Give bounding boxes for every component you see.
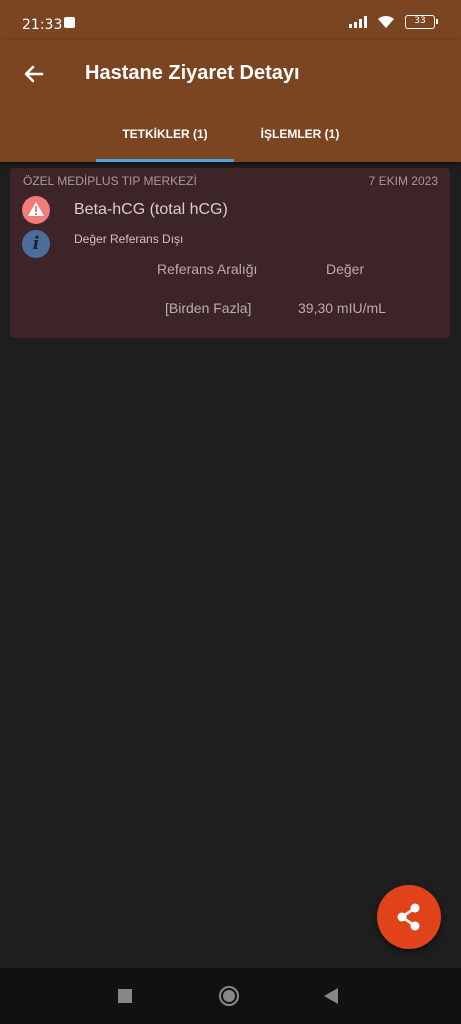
wifi-icon xyxy=(378,15,394,28)
status-icons: 33 xyxy=(349,15,438,29)
warning-triangle-icon xyxy=(22,196,50,224)
value-cell: 39,30 mIU/mL xyxy=(298,300,386,316)
column-header-reference: Referans Aralığı xyxy=(157,261,258,277)
test-name: Beta-hCG (total hCG) xyxy=(74,201,228,218)
tab-bar: TETKİKLER (1) İŞLEMLER (1) xyxy=(0,112,461,162)
hospital-name: ÖZEL MEDİPLUS TIP MERKEZİ xyxy=(23,174,197,188)
system-nav-bar xyxy=(0,968,461,1024)
test-result-card[interactable]: ÖZEL MEDİPLUS TIP MERKEZİ 7 EKIM 2023 i … xyxy=(10,168,450,338)
status-time: 21:33 xyxy=(22,17,63,33)
tab-islemler[interactable]: İŞLEMLER (1) xyxy=(234,112,366,162)
tab-indicator xyxy=(96,159,234,162)
test-status: Değer Referans Dışı xyxy=(74,232,184,246)
home-button[interactable] xyxy=(219,986,239,1006)
tab-tetkikler[interactable]: TETKİKLER (1) xyxy=(96,112,234,162)
visit-date: 7 EKIM 2023 xyxy=(368,174,438,188)
recents-button[interactable] xyxy=(118,989,132,1003)
nav-back-button[interactable] xyxy=(324,988,338,1004)
signal-icon xyxy=(349,16,367,28)
share-button[interactable] xyxy=(377,885,441,949)
arrow-left-icon xyxy=(24,65,44,83)
notification-icon xyxy=(64,17,75,28)
column-header-value: Değer xyxy=(326,261,365,277)
battery-level: 33 xyxy=(414,16,426,26)
share-icon xyxy=(397,903,420,931)
back-button[interactable] xyxy=(18,58,50,90)
page-title: Hastane Ziyaret Detayı xyxy=(85,62,300,84)
info-icon: i xyxy=(22,230,50,258)
status-bar: 21:33 33 xyxy=(0,0,461,40)
battery-icon: 33 xyxy=(405,15,438,29)
reference-range-cell: [Birden Fazla] xyxy=(165,300,252,316)
app-bar: Hastane Ziyaret Detayı TETKİKLER (1) İŞL… xyxy=(0,40,461,162)
